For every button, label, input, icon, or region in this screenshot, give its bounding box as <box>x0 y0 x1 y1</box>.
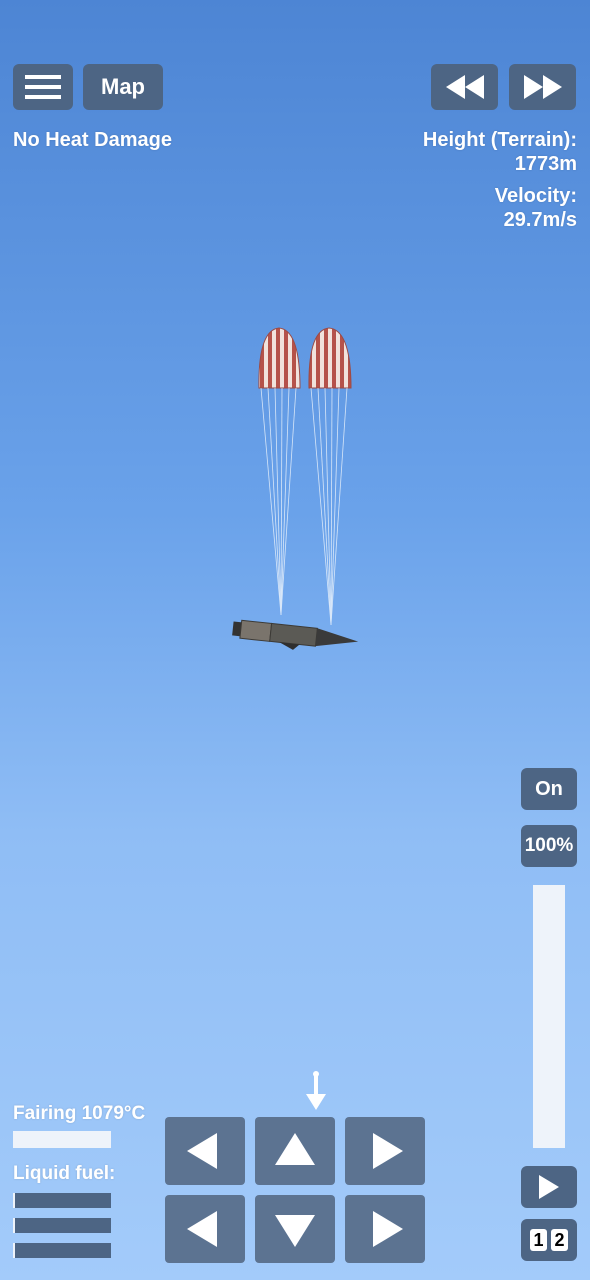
height-label: Height (Terrain): <box>422 129 577 151</box>
velocity-value: 29.7m/s <box>503 209 577 231</box>
throttle-toggle-button[interactable]: On <box>521 768 577 810</box>
arrow-left-icon <box>187 1133 217 1169</box>
fast-forward-button[interactable] <box>509 64 576 110</box>
arrow-up-icon <box>275 1133 315 1165</box>
throttle-percent-button[interactable]: 100% <box>521 825 577 867</box>
fuel-bar-3-fill <box>13 1243 15 1258</box>
parachute-right <box>308 327 352 626</box>
menu-button[interactable] <box>13 64 73 110</box>
rewind-icon <box>445 75 484 99</box>
hamburger-menu-icon <box>25 75 61 99</box>
rotate-right-button[interactable] <box>345 1117 425 1185</box>
stage-2-label: 2 <box>551 1229 568 1251</box>
fairing-temp-label: Fairing 1079°C <box>13 1103 146 1124</box>
fairing-temp-fill <box>13 1131 111 1148</box>
direction-arrow-icon <box>306 1071 326 1110</box>
arrow-right-icon <box>373 1211 403 1247</box>
liquid-fuel-label: Liquid fuel: <box>13 1163 116 1184</box>
fuel-bar-2-fill <box>13 1218 15 1233</box>
play-icon <box>539 1175 559 1199</box>
fuel-bar-1-fill <box>13 1193 15 1208</box>
arrow-right-icon <box>373 1133 403 1169</box>
height-value: 1773m <box>514 153 577 175</box>
arrow-left-icon <box>187 1211 217 1247</box>
heat-status-text: No Heat Damage <box>13 129 172 151</box>
translate-left-button[interactable] <box>165 1195 245 1263</box>
translate-right-button[interactable] <box>345 1195 425 1263</box>
pitch-down-button[interactable] <box>255 1195 335 1263</box>
stage-1-label: 1 <box>530 1229 547 1251</box>
rewind-button[interactable] <box>431 64 498 110</box>
stage-selector-button[interactable]: 1 2 <box>521 1219 577 1261</box>
play-button[interactable] <box>521 1166 577 1208</box>
throttle-slider[interactable] <box>533 885 565 1148</box>
rotate-left-button[interactable] <box>165 1117 245 1185</box>
fuel-bar-2 <box>13 1218 111 1233</box>
parachute-left <box>258 327 301 616</box>
fuel-bar-3 <box>13 1243 111 1258</box>
map-button[interactable]: Map <box>83 64 163 110</box>
rocket-scene <box>232 327 359 650</box>
arrow-down-icon <box>275 1215 315 1247</box>
fairing-temp-bar <box>13 1131 111 1148</box>
pitch-up-button[interactable] <box>255 1117 335 1185</box>
fuel-bar-1 <box>13 1193 111 1208</box>
fast-forward-icon <box>523 75 562 99</box>
velocity-label: Velocity: <box>494 185 577 207</box>
rocket <box>232 619 359 650</box>
